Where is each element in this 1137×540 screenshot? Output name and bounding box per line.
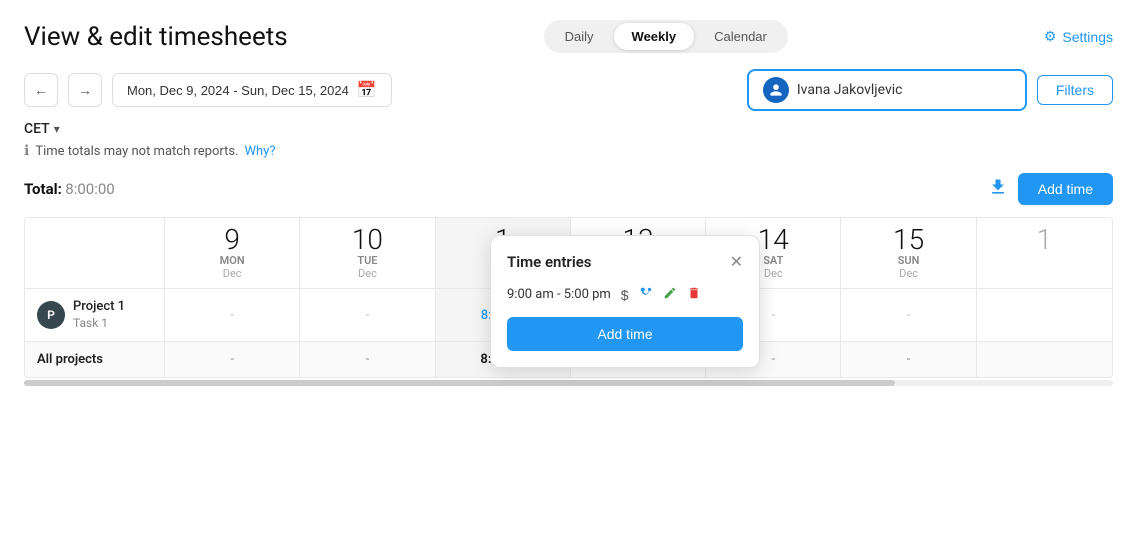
chevron-down-icon[interactable]: ▾: [54, 122, 60, 136]
add-time-button[interactable]: Add time: [1018, 173, 1113, 205]
settings-label: Settings: [1062, 29, 1113, 45]
why-link[interactable]: Why?: [244, 144, 275, 159]
prev-week-button[interactable]: ←: [24, 73, 58, 107]
total-label: Total:: [24, 180, 62, 198]
scrollbar-thumb: [24, 380, 895, 386]
header-day-mon: 9 MON Dec: [165, 218, 300, 288]
right-arrow-icon: →: [78, 82, 92, 98]
left-arrow-icon: ←: [34, 82, 48, 98]
info-icon: ℹ: [24, 143, 29, 159]
billable-icon-button[interactable]: $: [619, 285, 631, 305]
fork-icon-button[interactable]: [637, 284, 655, 305]
task-name: Task 1: [73, 316, 125, 332]
timezone-label: CET: [24, 121, 50, 137]
footer-cell-tue: -: [300, 342, 435, 377]
cell-value-sat: -: [771, 308, 775, 323]
day-number-15: 15: [851, 226, 965, 254]
page-title: View & edit timesheets: [24, 22, 288, 52]
info-message: Time totals may not match reports.: [35, 144, 238, 159]
header-row: View & edit timesheets Daily Weekly Cale…: [24, 20, 1113, 53]
popup-close-button[interactable]: ✕: [730, 252, 743, 272]
time-entries-popup: Time entries ✕ 9:00 am - 5:00 pm $: [490, 235, 760, 368]
user-selector[interactable]: Ivana Jakovljevic: [747, 69, 1027, 111]
project-info: Project 1 Task 1: [73, 299, 125, 331]
day-number-partial: 1: [987, 226, 1102, 254]
popup-title: Time entries: [507, 253, 592, 271]
calendar-icon: 📅: [357, 80, 377, 100]
day-number-10: 10: [310, 226, 424, 254]
day-number-9: 9: [175, 226, 289, 254]
footer-val-sat: -: [771, 352, 775, 367]
cell-value-tue: -: [366, 308, 370, 323]
calendar-toggle[interactable]: Calendar: [696, 23, 785, 50]
next-week-button[interactable]: →: [68, 73, 102, 107]
total-section: Total: 8:00:00: [24, 180, 115, 198]
footer-label: All projects: [25, 342, 165, 377]
project-name: Project 1: [73, 299, 125, 316]
scrollbar-track[interactable]: [24, 380, 1113, 386]
header-empty-cell: [25, 218, 165, 288]
user-avatar: [763, 77, 789, 103]
header-extra: 1: [977, 218, 1112, 288]
footer-val-sun: -: [907, 352, 911, 367]
gear-icon: ⚙: [1044, 28, 1057, 45]
edit-icon-button[interactable]: [661, 284, 679, 305]
data-cell-tue: -: [300, 289, 435, 341]
popup-add-time-button[interactable]: Add time: [507, 317, 743, 351]
popup-time-range: 9:00 am - 5:00 pm: [507, 287, 611, 302]
popup-action-icons: $: [619, 284, 703, 305]
data-cell-mon: -: [165, 289, 300, 341]
day-name-tue: TUE: [310, 254, 424, 267]
project-label-cell: P Project 1 Task 1: [25, 289, 165, 341]
total-value: 8:00:00: [65, 180, 114, 198]
daily-toggle[interactable]: Daily: [547, 23, 612, 50]
footer-cell-sun: -: [841, 342, 976, 377]
popup-entry-row: 9:00 am - 5:00 pm $: [507, 284, 743, 305]
project-avatar: P: [37, 301, 65, 329]
controls-row: ← → Mon, Dec 9, 2024 - Sun, Dec 15, 2024…: [24, 69, 1113, 111]
header-day-tue: 10 TUE Dec: [300, 218, 435, 288]
user-name-text: Ivana Jakovljevic: [797, 82, 903, 98]
popup-header: Time entries ✕: [507, 252, 743, 272]
footer-cell-mon: -: [165, 342, 300, 377]
settings-button[interactable]: ⚙ Settings: [1044, 28, 1113, 45]
cell-value-sun: -: [907, 308, 911, 323]
filters-button[interactable]: Filters: [1037, 75, 1113, 105]
footer-val-tue: -: [366, 352, 370, 367]
cell-value-mon: -: [230, 308, 234, 323]
view-toggle: Daily Weekly Calendar: [544, 20, 788, 53]
day-name-mon: MON: [175, 254, 289, 267]
timezone-row: CET ▾: [24, 121, 1113, 137]
page-container: View & edit timesheets Daily Weekly Cale…: [0, 0, 1137, 540]
data-cell-sun: -: [841, 289, 976, 341]
info-row: ℹ Time totals may not match reports. Why…: [24, 143, 1113, 159]
footer-cell-extra: [977, 342, 1112, 377]
download-button[interactable]: [988, 177, 1008, 202]
day-month-sun: Dec: [851, 267, 965, 280]
weekly-toggle[interactable]: Weekly: [614, 23, 695, 50]
day-name-sun: SUN: [851, 254, 965, 267]
total-row: Total: 8:00:00 Add time: [24, 173, 1113, 205]
data-cell-extra: [977, 289, 1112, 341]
date-range-picker[interactable]: Mon, Dec 9, 2024 - Sun, Dec 15, 2024 📅: [112, 73, 392, 107]
delete-icon-button[interactable]: [685, 284, 703, 305]
footer-val-mon: -: [230, 352, 234, 367]
day-month-mon: Dec: [175, 267, 289, 280]
total-actions: Add time: [988, 173, 1113, 205]
header-day-sun: 15 SUN Dec: [841, 218, 976, 288]
date-range-text: Mon, Dec 9, 2024 - Sun, Dec 15, 2024: [127, 83, 349, 98]
day-month-tue: Dec: [310, 267, 424, 280]
